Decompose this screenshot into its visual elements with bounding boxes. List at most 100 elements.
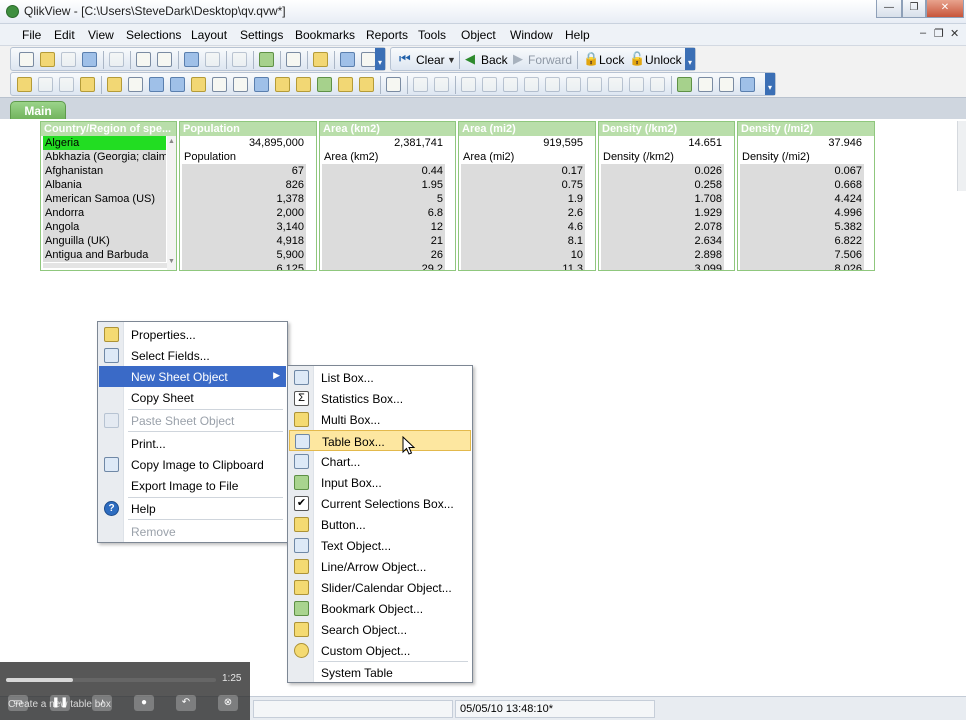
submenu-input-box[interactable]: Input Box... <box>289 472 471 493</box>
menu-item-select-fields[interactable]: Select Fields... <box>99 345 286 366</box>
new-document-icon[interactable] <box>19 52 34 67</box>
list-item[interactable]: 2.634 <box>601 234 724 248</box>
chart-icon[interactable] <box>170 77 185 92</box>
forward-arrow-icon[interactable]: ▶ <box>513 51 523 67</box>
listbox-caption[interactable]: Population <box>180 122 316 136</box>
list-item-selected[interactable]: 34,895,000 <box>182 136 306 150</box>
menu-item-print[interactable]: Print... <box>99 433 286 454</box>
list-item[interactable]: 6.8 <box>322 206 445 220</box>
selections-check-icon[interactable] <box>259 52 274 67</box>
submenu-statistics-box[interactable]: Σ Statistics Box... <box>289 388 471 409</box>
list-item[interactable]: 1.9 <box>461 192 585 206</box>
menu-view[interactable]: View <box>88 28 114 42</box>
menu-item-help[interactable]: ? Help <box>99 498 286 519</box>
unlock-button[interactable]: Unlock <box>645 53 682 67</box>
list-item[interactable]: 0.067 <box>740 164 864 178</box>
list-item[interactable]: 4.996 <box>740 206 864 220</box>
list-item[interactable]: 1.708 <box>601 192 724 206</box>
menu-object[interactable]: Object <box>461 28 496 42</box>
save-icon[interactable] <box>82 52 97 67</box>
undo-icon[interactable] <box>184 52 199 67</box>
list-item-selected[interactable]: 14.651 <box>601 136 724 150</box>
list-item[interactable]: 4.424 <box>740 192 864 206</box>
list-item[interactable]: 21 <box>322 234 445 248</box>
listbox-area-km2[interactable]: Area (km2) 2,381,741 Area (km2) 0.44 1.9… <box>319 121 456 271</box>
list-item[interactable]: 12 <box>322 220 445 234</box>
list-item[interactable]: Density (/mi2) <box>740 150 864 164</box>
list-item[interactable]: 3,140 <box>182 220 306 234</box>
list-item[interactable]: Albania <box>43 178 166 192</box>
list-item[interactable]: 4.6 <box>461 220 585 234</box>
tab-main[interactable]: Main <box>10 101 66 120</box>
context-help-icon[interactable] <box>361 52 376 67</box>
folder-icon[interactable]: ▭ <box>8 695 28 711</box>
submenu-multi-box[interactable]: Multi Box... <box>289 409 471 430</box>
nav-toolbar-options-icon[interactable]: ▾ <box>685 48 695 70</box>
clear-dropdown-icon[interactable]: ▼ <box>447 55 456 65</box>
button-object-icon[interactable] <box>233 77 248 92</box>
list-item[interactable]: 1,378 <box>182 192 306 206</box>
slider-icon[interactable] <box>296 77 311 92</box>
multi-box-icon[interactable] <box>191 77 206 92</box>
reload-data-icon[interactable] <box>157 52 172 67</box>
list-item[interactable]: 10 <box>461 248 585 262</box>
list-item[interactable]: 26 <box>322 248 445 262</box>
clear-button[interactable]: Clear <box>416 53 445 67</box>
sheet-properties-icon[interactable] <box>80 77 95 92</box>
list-box-icon[interactable] <box>107 77 122 92</box>
search-object-icon[interactable] <box>338 77 353 92</box>
submenu-current-selections-box[interactable]: ✔ Current Selections Box... <box>289 493 471 514</box>
align-bottom-icon[interactable] <box>566 77 581 92</box>
list-item[interactable]: Andorra <box>43 206 166 220</box>
print-icon[interactable] <box>109 52 124 67</box>
menu-item-copy-image[interactable]: Copy Image to Clipboard <box>99 454 286 475</box>
list-item[interactable]: 0.75 <box>461 178 585 192</box>
listbox-caption[interactable]: Area (mi2) <box>459 122 595 136</box>
back-arrow-icon[interactable]: ◀ <box>465 51 475 67</box>
mdi-restore-button[interactable]: ❐ <box>934 27 944 40</box>
scroll-down-icon[interactable]: ▼ <box>168 258 175 265</box>
list-item-selected[interactable]: 2,381,741 <box>322 136 445 150</box>
search-icon[interactable] <box>232 52 247 67</box>
listbox-density-mi2[interactable]: Density (/mi2) 37.946 Density (/mi2) 0.0… <box>737 121 875 271</box>
list-item[interactable]: 0.668 <box>740 178 864 192</box>
video-progress-bar[interactable] <box>6 678 216 682</box>
list-item[interactable]: 5,900 <box>182 248 306 262</box>
line-arrow-icon[interactable] <box>275 77 290 92</box>
list-item[interactable]: 2.078 <box>601 220 724 234</box>
bookmark-object-icon[interactable] <box>317 77 332 92</box>
listbox-population[interactable]: Population 34,895,000 Population 67 826 … <box>179 121 317 271</box>
user-icon[interactable]: ● <box>134 695 154 711</box>
submenu-system-table[interactable]: System Table <box>289 662 471 683</box>
list-item[interactable]: 67 <box>182 164 306 178</box>
list-item[interactable]: 4,918 <box>182 234 306 248</box>
listbox-area-mi2[interactable]: Area (mi2) 919,595 Area (mi2) 0.17 0.75 … <box>458 121 596 271</box>
submenu-search-object[interactable]: Search Object... <box>289 619 471 640</box>
chart-wizard-icon[interactable] <box>286 52 301 67</box>
statistics-box-icon[interactable] <box>128 77 143 92</box>
listbox-scrollbar[interactable]: ▲ ▼ <box>167 136 176 270</box>
field-selector-icon[interactable] <box>386 77 401 92</box>
list-item[interactable]: Antigua and Barbuda <box>43 248 166 262</box>
list-item[interactable]: Abkhazia (Georgia; claims i <box>43 150 166 164</box>
submenu-button[interactable]: Button... <box>289 514 471 535</box>
list-item[interactable]: 0.258 <box>601 178 724 192</box>
edit-module-icon[interactable] <box>698 77 713 92</box>
submenu-chart[interactable]: Chart... <box>289 451 471 472</box>
menu-item-export-image[interactable]: Export Image to File <box>99 475 286 496</box>
mdi-close-button[interactable]: ✕ <box>950 27 959 40</box>
listbox-country[interactable]: Country/Region of spe... Algeria Abkhazi… <box>40 121 177 271</box>
submenu-line-arrow-object[interactable]: Line/Arrow Object... <box>289 556 471 577</box>
list-item[interactable]: Population <box>182 150 306 164</box>
submenu-text-object[interactable]: Text Object... <box>289 535 471 556</box>
menu-edit[interactable]: Edit <box>54 28 75 42</box>
submenu-bookmark-object[interactable]: Bookmark Object... <box>289 598 471 619</box>
format-painter-icon[interactable] <box>413 77 428 92</box>
list-item[interactable]: 8.1 <box>461 234 585 248</box>
unlock-icon[interactable]: 🔓 <box>629 51 645 67</box>
submenu-table-box[interactable]: Table Box... <box>289 430 471 451</box>
menu-item-properties[interactable]: Properties... <box>99 324 286 345</box>
menu-tools[interactable]: Tools <box>418 28 446 42</box>
current-selections-icon[interactable] <box>212 77 227 92</box>
submenu-slider-calendar-object[interactable]: Slider/Calendar Object... <box>289 577 471 598</box>
